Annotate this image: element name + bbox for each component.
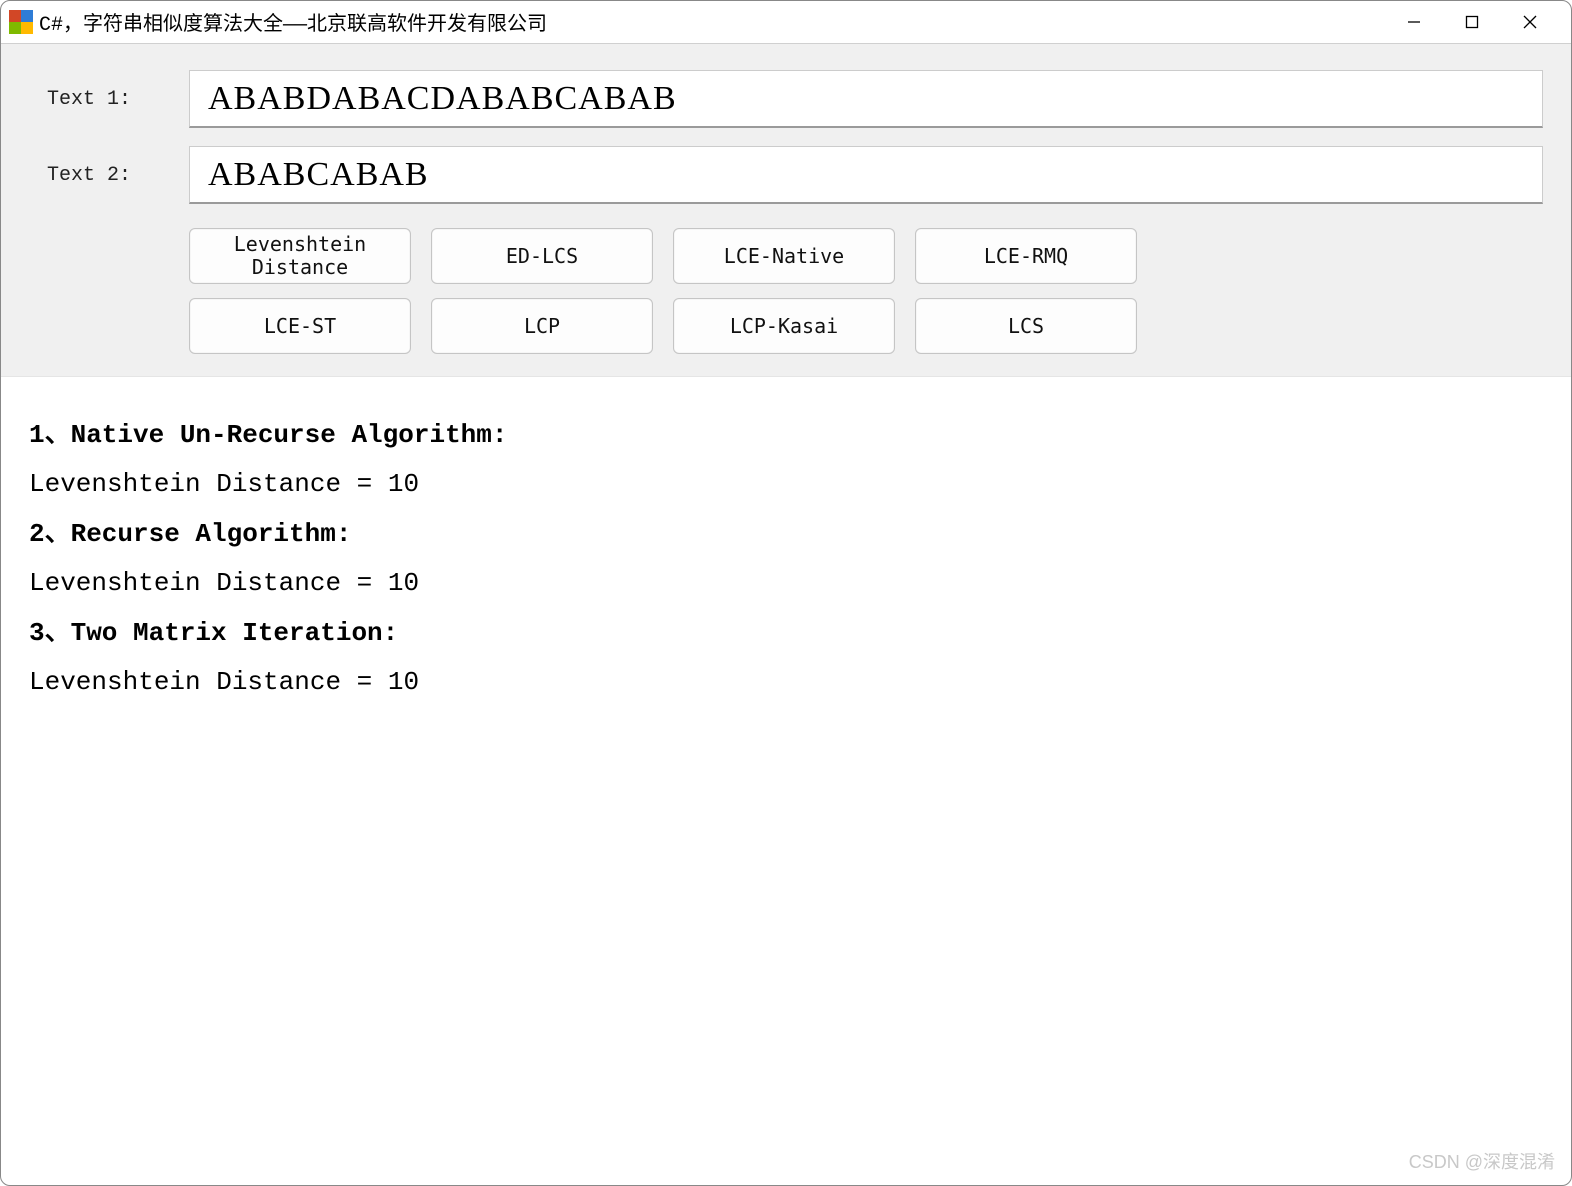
- app-icon: [9, 10, 33, 34]
- window-title: C#，字符串相似度算法大全——北京联高软件开发有限公司: [39, 7, 547, 37]
- maximize-icon: [1465, 15, 1479, 29]
- lce-rmq-button[interactable]: LCE-RMQ: [915, 228, 1137, 284]
- output-area: 1、Native Un-Recurse Algorithm: Levenshte…: [1, 377, 1571, 1185]
- close-icon: [1523, 15, 1537, 29]
- algorithm-buttons: Levenshtein Distance ED-LCS LCE-Native L…: [189, 228, 1543, 354]
- output-result-3: Levenshtein Distance = 10: [29, 658, 1543, 707]
- button-row-1: Levenshtein Distance ED-LCS LCE-Native L…: [189, 228, 1543, 284]
- close-button[interactable]: [1501, 2, 1559, 42]
- window-controls: [1385, 2, 1559, 42]
- input-panel: Text 1: ABABDABACDABABCABAB Text 2: ABAB…: [1, 44, 1571, 377]
- minimize-button[interactable]: [1385, 2, 1443, 42]
- lce-st-button[interactable]: LCE-ST: [189, 298, 411, 354]
- output-heading-1: 1、Native Un-Recurse Algorithm:: [29, 411, 1543, 460]
- levenshtein-distance-button[interactable]: Levenshtein Distance: [189, 228, 411, 284]
- text1-label: Text 1:: [29, 88, 179, 111]
- maximize-button[interactable]: [1443, 2, 1501, 42]
- output-heading-2: 2、Recurse Algorithm:: [29, 510, 1543, 559]
- text1-input[interactable]: ABABDABACDABABCABAB: [189, 70, 1543, 128]
- titlebar: C#，字符串相似度算法大全——北京联高软件开发有限公司: [1, 1, 1571, 44]
- lcp-kasai-button[interactable]: LCP-Kasai: [673, 298, 895, 354]
- minimize-icon: [1407, 15, 1421, 29]
- output-result-1: Levenshtein Distance = 10: [29, 460, 1543, 509]
- output-result-2: Levenshtein Distance = 10: [29, 559, 1543, 608]
- watermark: CSDN @深度混淆: [1409, 1145, 1555, 1179]
- output-heading-3: 3、Two Matrix Iteration:: [29, 609, 1543, 658]
- button-row-2: LCE-ST LCP LCP-Kasai LCS: [189, 298, 1543, 354]
- text2-label: Text 2:: [29, 164, 179, 187]
- lcp-button[interactable]: LCP: [431, 298, 653, 354]
- text2-input[interactable]: ABABCABAB: [189, 146, 1543, 204]
- app-window: C#，字符串相似度算法大全——北京联高软件开发有限公司 Text 1: ABAB…: [0, 0, 1572, 1186]
- ed-lcs-button[interactable]: ED-LCS: [431, 228, 653, 284]
- lce-native-button[interactable]: LCE-Native: [673, 228, 895, 284]
- lcs-button[interactable]: LCS: [915, 298, 1137, 354]
